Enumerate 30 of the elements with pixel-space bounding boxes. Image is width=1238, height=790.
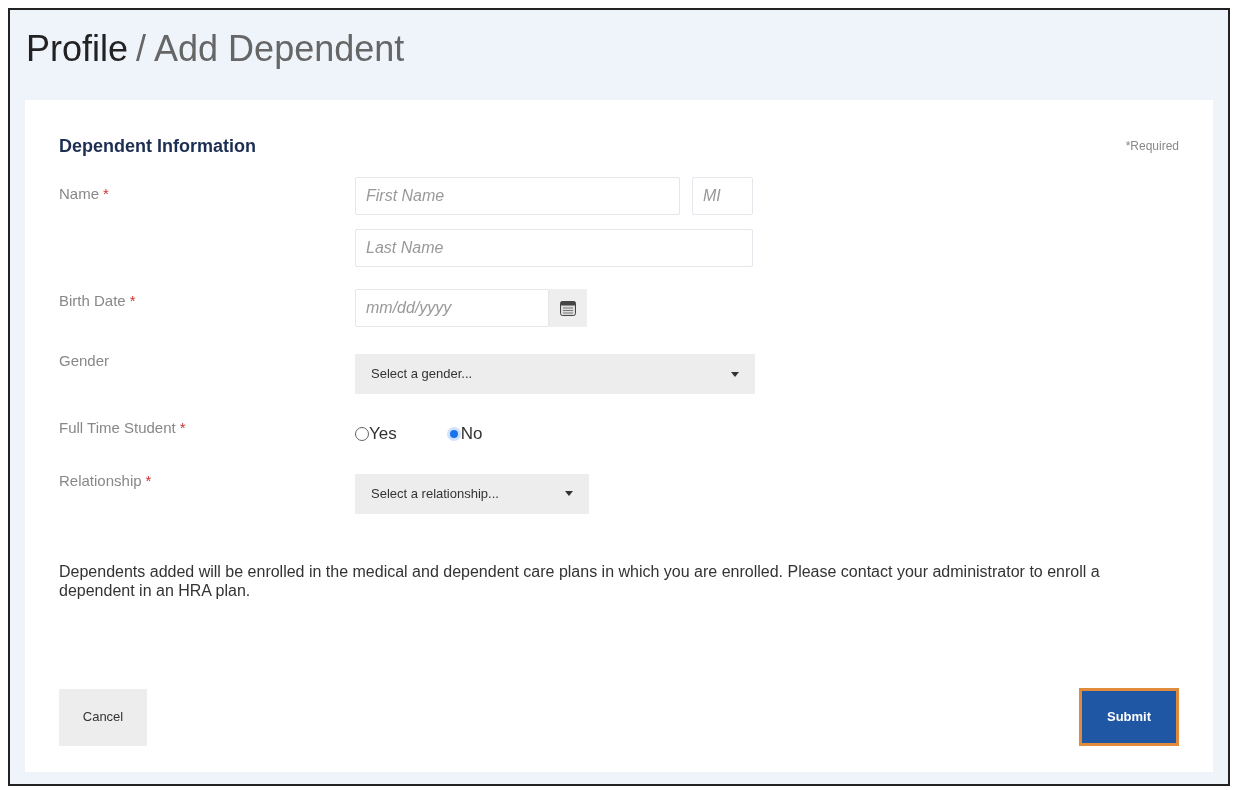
- required-mark: *: [129, 292, 136, 309]
- radio-option[interactable]: Yes: [355, 421, 397, 447]
- input-field[interactable]: MI: [692, 177, 753, 215]
- caret-icon: [731, 371, 739, 377]
- notice-text: Dependents added will be enrolled in the medical and dependent care plans in which you are enrolled. Please contact your administrator to enroll a dependent in an HRA plan.: [59, 561, 1101, 600]
- input-field[interactable]: mm/dd/yyyy: [355, 289, 549, 327]
- radio-option[interactable]: No: [446, 421, 483, 447]
- breadcrumb-link[interactable]: Profile: [26, 22, 129, 76]
- calendar-button[interactable]: [549, 289, 587, 327]
- cancel-button[interactable]: Cancel: [59, 688, 147, 746]
- calendar-icon: [560, 300, 576, 316]
- radio-button[interactable]: [446, 426, 461, 441]
- required-note: *Required: [1125, 138, 1179, 155]
- caret-icon: [565, 491, 573, 496]
- required-mark: *: [103, 185, 109, 202]
- field-label: Relationship: [59, 471, 142, 489]
- section-title: Dependent Information: [59, 135, 256, 158]
- field-label: Full Time Student: [59, 419, 176, 436]
- radio-button[interactable]: [355, 426, 369, 441]
- select-dropdown[interactable]: Select a relationship...: [355, 473, 589, 514]
- submit-button[interactable]: Submit: [1079, 688, 1179, 746]
- required-mark: *: [179, 419, 186, 436]
- required-mark: *: [145, 471, 152, 489]
- field-label: Name: [59, 185, 99, 202]
- field-label: Gender: [59, 352, 110, 369]
- input-field[interactable]: Last Name: [355, 229, 753, 267]
- input-field[interactable]: First Name: [355, 177, 680, 215]
- field-label: Birth Date: [59, 292, 126, 309]
- select-dropdown[interactable]: Select a gender...: [355, 354, 755, 394]
- page-title: / Add Dependent: [136, 27, 405, 71]
